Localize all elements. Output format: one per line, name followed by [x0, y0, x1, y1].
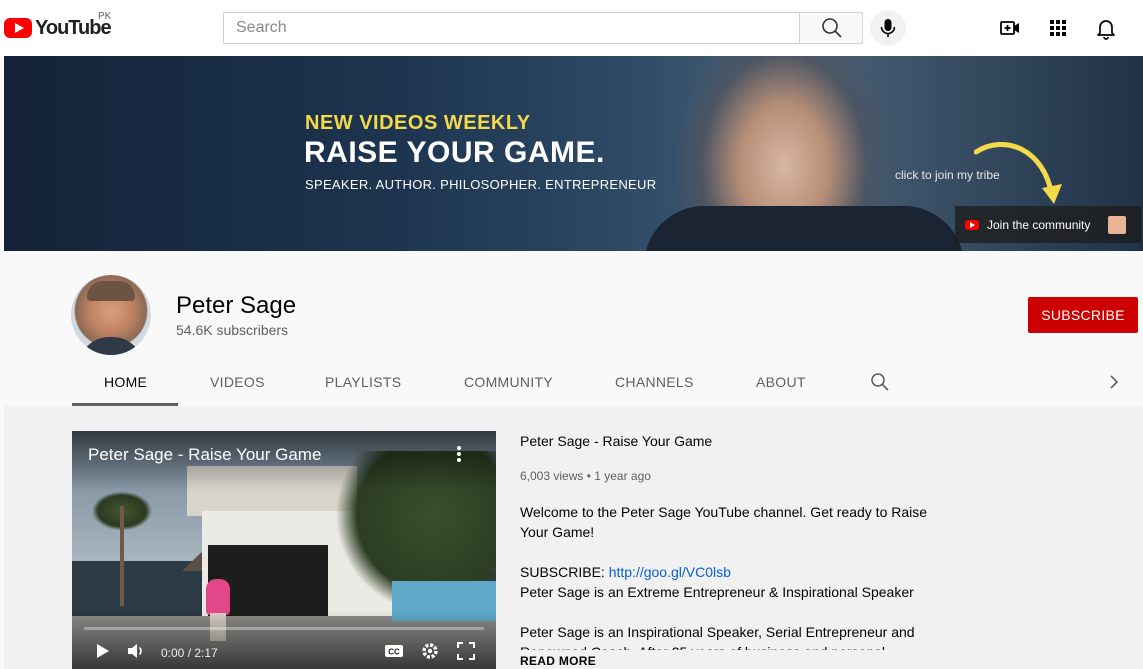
- more-vertical-icon[interactable]: [452, 443, 466, 465]
- avatar-shirt: [79, 337, 143, 355]
- yellow-arrow-icon: [974, 142, 1062, 204]
- youtube-logo[interactable]: YouTube: [4, 14, 112, 42]
- banner-headline: RAISE YOUR GAME.: [304, 136, 605, 169]
- channel-banner: NEW VIDEOS WEEKLY RAISE YOUR GAME. SPEAK…: [4, 56, 1143, 251]
- play-icon[interactable]: [92, 641, 112, 661]
- subscriber-count: 54.6K subscribers: [176, 322, 289, 338]
- chevron-right-icon[interactable]: [1104, 372, 1124, 392]
- voice-search-button[interactable]: [870, 10, 906, 46]
- fullscreen-icon[interactable]: [456, 641, 476, 661]
- player-progress-bar[interactable]: [84, 627, 484, 630]
- microphone-icon: [880, 19, 896, 37]
- youtube-small-icon: [965, 219, 979, 230]
- description-subscribe-line: SUBSCRIBE: http://goo.gl/VC0lsb: [520, 562, 930, 582]
- tab-home[interactable]: HOME: [104, 374, 147, 390]
- player-time: 0:00 / 2:17: [161, 646, 218, 660]
- featured-video-title[interactable]: Peter Sage - Raise Your Game: [520, 433, 712, 449]
- description-paragraph: Peter Sage is an Extreme Entrepreneur & …: [520, 584, 914, 600]
- featured-video-player[interactable]: Peter Sage - Raise Your Game 0:00 / 2:17…: [72, 431, 496, 669]
- tab-videos[interactable]: VIDEOS: [210, 374, 265, 390]
- featured-video-description: Welcome to the Peter Sage YouTube channe…: [520, 502, 930, 650]
- channel-search-icon[interactable]: [869, 371, 891, 393]
- country-code: PK: [98, 11, 112, 22]
- community-avatar-icon: [1108, 215, 1127, 234]
- description-paragraph: Welcome to the Peter Sage YouTube channe…: [520, 504, 928, 540]
- search-input[interactable]: [224, 13, 800, 43]
- banner-roles: SPEAKER. AUTHOR. PHILOSOPHER. ENTREPRENE…: [305, 177, 657, 192]
- banner-suit: [644, 206, 964, 251]
- tab-community[interactable]: COMMUNITY: [464, 374, 553, 390]
- description-spacer: [520, 602, 930, 622]
- svg-text:CC: CC: [388, 648, 400, 657]
- channel-name: Peter Sage: [176, 292, 297, 319]
- read-more-button[interactable]: READ MORE: [520, 654, 930, 669]
- youtube-play-icon: [4, 18, 32, 38]
- player-video-title[interactable]: Peter Sage - Raise Your Game: [88, 445, 321, 465]
- subscribe-prefix: SUBSCRIBE:: [520, 564, 609, 580]
- video-frame-person: [206, 579, 230, 615]
- description-spacer: [520, 542, 930, 562]
- channel-header: [4, 251, 1143, 406]
- create-video-icon[interactable]: [998, 16, 1022, 40]
- join-community-label: Join the community: [987, 217, 1091, 232]
- notifications-bell-icon[interactable]: [1094, 16, 1118, 40]
- video-frame-trunk: [120, 506, 124, 606]
- featured-video-meta: 6,003 views • 1 year ago: [520, 469, 651, 483]
- closed-captions-icon[interactable]: CC: [384, 641, 404, 661]
- tab-playlists[interactable]: PLAYLISTS: [325, 374, 401, 390]
- description-paragraph: Peter Sage is an Inspirational Speaker, …: [520, 624, 915, 650]
- channel-avatar[interactable]: [71, 275, 151, 355]
- subscribe-button[interactable]: SUBSCRIBE: [1028, 297, 1138, 333]
- banner-tagline: NEW VIDEOS WEEKLY: [305, 112, 531, 134]
- search-icon: [822, 18, 842, 38]
- tab-about[interactable]: ABOUT: [756, 374, 806, 390]
- search-box: [223, 12, 800, 44]
- subscribe-link[interactable]: http://goo.gl/VC0lsb: [609, 564, 731, 580]
- search-button[interactable]: [799, 12, 863, 44]
- join-community-link[interactable]: Join the community: [955, 206, 1141, 243]
- avatar-hair: [87, 281, 135, 301]
- apps-grid-icon[interactable]: [1046, 16, 1070, 40]
- volume-icon[interactable]: [126, 641, 146, 661]
- top-bar: YouTube PK: [0, 0, 1143, 56]
- settings-gear-icon[interactable]: [420, 641, 440, 661]
- tab-channels[interactable]: CHANNELS: [615, 374, 694, 390]
